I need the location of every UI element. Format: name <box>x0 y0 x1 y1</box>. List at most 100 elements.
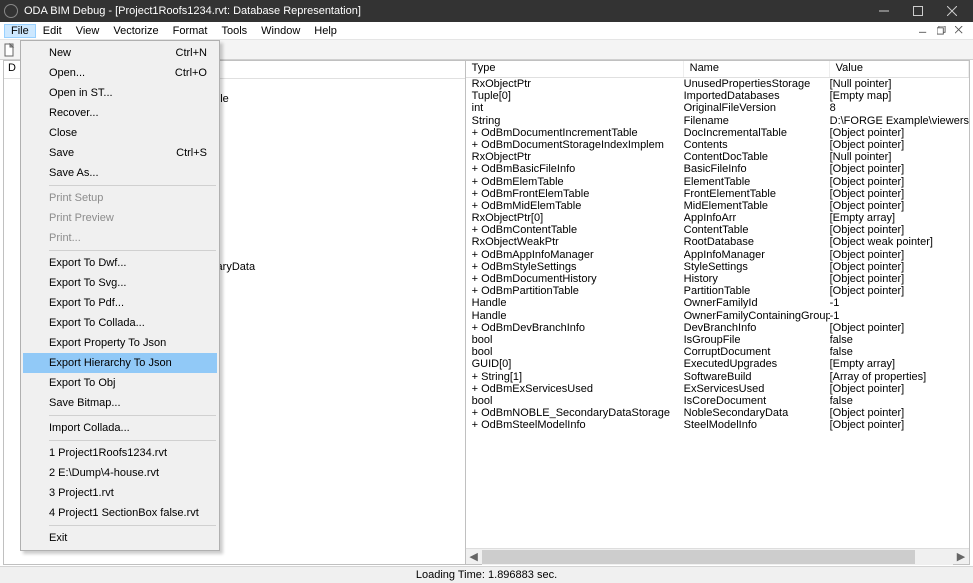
col-name[interactable]: Name <box>684 61 830 77</box>
table-row[interactable]: + OdBmExServicesUsedExServicesUsed[Objec… <box>466 383 969 395</box>
menu-item[interactable]: Export To Svg... <box>23 273 217 293</box>
cell-type: + OdBmDocumentStorageIndexImplem <box>466 139 684 151</box>
table-row[interactable]: + OdBmMidElemTableMidElementTable[Object… <box>466 200 969 212</box>
menu-item[interactable]: Save Bitmap... <box>23 393 217 413</box>
menu-item[interactable]: 3 Project1.rvt <box>23 483 217 503</box>
cell-type: + OdBmElemTable <box>466 176 684 188</box>
table-row[interactable]: RxObjectPtrUnusedPropertiesStorage[Null … <box>466 78 969 90</box>
table-row[interactable]: + OdBmAppInfoManagerAppInfoManager[Objec… <box>466 249 969 261</box>
table-row[interactable]: + OdBmBasicFileInfoBasicFileInfo[Object … <box>466 163 969 175</box>
table-row[interactable]: + OdBmDocumentHistoryHistory[Object poin… <box>466 273 969 285</box>
cell-value: [Object pointer] <box>830 224 969 236</box>
mdi-minimize-icon[interactable] <box>917 25 929 37</box>
table-row[interactable]: boolCorruptDocumentfalse <box>466 346 969 358</box>
table-row[interactable]: + OdBmDevBranchInfoDevBranchInfo[Object … <box>466 322 969 334</box>
menu-view[interactable]: View <box>69 24 107 38</box>
menu-tools[interactable]: Tools <box>214 24 254 38</box>
horizontal-scrollbar[interactable]: ◀ ▶ <box>466 548 969 564</box>
menu-format[interactable]: Format <box>166 24 215 38</box>
new-file-icon[interactable] <box>2 42 18 58</box>
minimize-button[interactable] <box>867 0 901 22</box>
menu-item-shortcut: Ctrl+N <box>176 47 207 59</box>
scroll-left-icon[interactable]: ◀ <box>466 549 482 565</box>
cell-name: FrontElementTable <box>684 188 830 200</box>
col-value[interactable]: Value <box>830 61 969 77</box>
close-button[interactable] <box>935 0 969 22</box>
cell-value: [Null pointer] <box>830 151 969 163</box>
scroll-right-icon[interactable]: ▶ <box>953 549 969 565</box>
cell-type: RxObjectPtr <box>466 78 684 90</box>
cell-name: StyleSettings <box>684 261 830 273</box>
menu-item[interactable]: Export Hierarchy To Json <box>23 353 217 373</box>
table-row[interactable]: RxObjectWeakPtrRootDatabase[Object weak … <box>466 236 969 248</box>
menu-item[interactable]: SaveCtrl+S <box>23 143 217 163</box>
table-row[interactable]: + String[1]SoftwareBuild[Array of proper… <box>466 371 969 383</box>
table-row[interactable]: + OdBmElemTableElementTable[Object point… <box>466 176 969 188</box>
menu-item[interactable]: Open...Ctrl+O <box>23 63 217 83</box>
menu-item[interactable]: Import Collada... <box>23 418 217 438</box>
mdi-restore-icon[interactable] <box>935 25 947 37</box>
menu-item[interactable]: Export To Obj <box>23 373 217 393</box>
cell-type: RxObjectPtr[0] <box>466 212 684 224</box>
cell-value: [Empty array] <box>830 358 969 370</box>
menu-item[interactable]: 4 Project1 SectionBox false.rvt <box>23 503 217 523</box>
table-row[interactable]: boolIsCoreDocumentfalse <box>466 395 969 407</box>
cell-type: + OdBmStyleSettings <box>466 261 684 273</box>
table-row[interactable]: RxObjectPtr[0]AppInfoArr[Empty array] <box>466 212 969 224</box>
menu-item[interactable]: Open in ST... <box>23 83 217 103</box>
menu-item[interactable]: Export To Dwf... <box>23 253 217 273</box>
scroll-track[interactable] <box>482 549 953 565</box>
table-row[interactable]: + OdBmDocumentStorageIndexImplemContents… <box>466 139 969 151</box>
table-row[interactable]: + OdBmStyleSettingsStyleSettings[Object … <box>466 261 969 273</box>
menu-item[interactable]: NewCtrl+N <box>23 43 217 63</box>
menu-item[interactable]: Close <box>23 123 217 143</box>
maximize-button[interactable] <box>901 0 935 22</box>
table-row[interactable]: + OdBmContentTableContentTable[Object po… <box>466 224 969 236</box>
table-row[interactable]: HandleOwnerFamilyId-1 <box>466 297 969 309</box>
table-row[interactable]: + OdBmFrontElemTableFrontElementTable[Ob… <box>466 188 969 200</box>
table-row[interactable]: HandleOwnerFamilyContainingGroupId-1 <box>466 310 969 322</box>
table-row[interactable]: Tuple[0]ImportedDatabases[Empty map] <box>466 90 969 102</box>
menubar: File Edit View Vectorize Format Tools Wi… <box>0 22 973 40</box>
menu-item-label: Export Property To Json <box>49 337 166 349</box>
col-type[interactable]: Type <box>466 61 684 77</box>
menu-file[interactable]: File <box>4 24 36 38</box>
table-row[interactable]: + OdBmDocumentIncrementTableDocIncrement… <box>466 127 969 139</box>
cell-name: OwnerFamilyId <box>684 297 830 309</box>
grid-body[interactable]: RxObjectPtrUnusedPropertiesStorage[Null … <box>466 78 969 548</box>
table-row[interactable]: StringFilenameD:\FORGE Example\viewers <box>466 115 969 127</box>
table-row[interactable]: intOriginalFileVersion8 <box>466 102 969 114</box>
table-row[interactable]: RxObjectPtrContentDocTable[Null pointer] <box>466 151 969 163</box>
menu-item[interactable]: 1 Project1Roofs1234.rvt <box>23 443 217 463</box>
menu-vectorize[interactable]: Vectorize <box>106 24 165 38</box>
cell-name: AppInfoArr <box>684 212 830 224</box>
table-row[interactable]: boolIsGroupFilefalse <box>466 334 969 346</box>
menu-help[interactable]: Help <box>307 24 344 38</box>
menu-item[interactable]: 2 E:\Dump\4-house.rvt <box>23 463 217 483</box>
cell-name: NobleSecondaryData <box>684 407 830 419</box>
menu-window[interactable]: Window <box>254 24 307 38</box>
menu-item-label: 2 E:\Dump\4-house.rvt <box>49 467 159 479</box>
cell-value: -1 <box>830 310 969 322</box>
cell-name: OwnerFamilyContainingGroupId <box>684 310 830 322</box>
menu-item[interactable]: Export Property To Json <box>23 333 217 353</box>
menu-item-label: Print... <box>49 232 81 244</box>
menu-item[interactable]: Save As... <box>23 163 217 183</box>
menu-item[interactable]: Export To Collada... <box>23 313 217 333</box>
table-row[interactable]: GUID[0]ExecutedUpgrades[Empty array] <box>466 358 969 370</box>
app-frame: File Edit View Vectorize Format Tools Wi… <box>0 22 973 583</box>
mdi-close-icon[interactable] <box>953 25 965 37</box>
cell-name: CorruptDocument <box>684 346 830 358</box>
cell-name: MidElementTable <box>684 200 830 212</box>
menu-item[interactable]: Exit <box>23 528 217 548</box>
table-row[interactable]: + OdBmPartitionTablePartitionTable[Objec… <box>466 285 969 297</box>
table-row[interactable]: + OdBmNOBLE_SecondaryDataStorageNobleSec… <box>466 407 969 419</box>
cell-name: ImportedDatabases <box>684 90 830 102</box>
table-row[interactable]: + OdBmSteelModelInfoSteelModelInfo[Objec… <box>466 419 969 431</box>
menu-edit[interactable]: Edit <box>36 24 69 38</box>
menu-item[interactable]: Recover... <box>23 103 217 123</box>
menu-item[interactable]: Export To Pdf... <box>23 293 217 313</box>
menu-item-label: 1 Project1Roofs1234.rvt <box>49 447 167 459</box>
scroll-thumb[interactable] <box>482 550 916 564</box>
cell-type: + OdBmContentTable <box>466 224 684 236</box>
